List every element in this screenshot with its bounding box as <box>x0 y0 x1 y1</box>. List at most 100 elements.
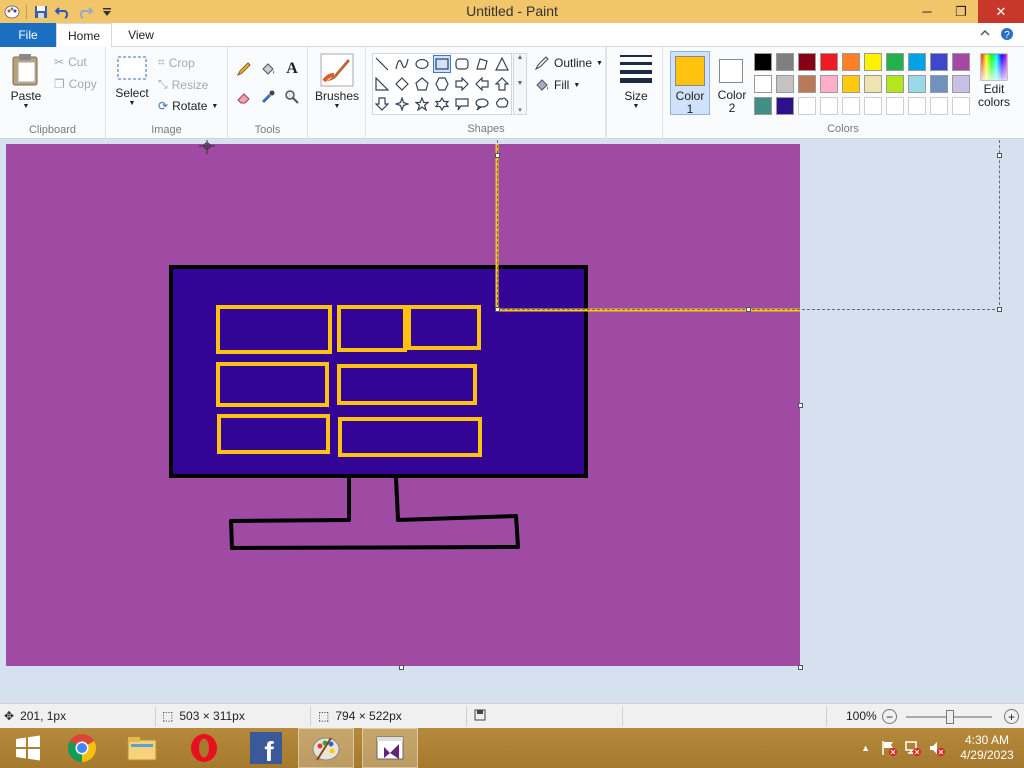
shape-triangle-icon[interactable] <box>493 55 511 73</box>
tab-home[interactable]: Home <box>56 23 112 48</box>
zoom-slider-thumb[interactable] <box>946 710 954 724</box>
redo-icon[interactable] <box>77 4 93 20</box>
customize-qat-icon[interactable] <box>99 4 115 20</box>
scroll-down-icon[interactable]: ▼ <box>517 80 524 87</box>
palette-color-swatch[interactable] <box>908 53 926 71</box>
shapes-scrollbar[interactable]: ▲ ▼ ▾ <box>513 53 527 115</box>
taskbar-visual-studio[interactable] <box>362 728 418 768</box>
volume-muted-icon[interactable] <box>928 739 946 757</box>
text-tool[interactable]: A <box>282 59 302 79</box>
rotate-button[interactable]: ⟳ Rotate ▼ <box>158 99 218 113</box>
shape-polygon-icon[interactable] <box>473 55 491 73</box>
cut-button[interactable]: ✂ Cut <box>54 55 87 69</box>
palette-color-swatch[interactable] <box>886 97 904 115</box>
size-button[interactable]: Size ▼ <box>616 53 656 110</box>
palette-color-swatch[interactable] <box>864 75 882 93</box>
zoom-in-icon[interactable]: + <box>1004 709 1019 724</box>
shape-line-icon[interactable] <box>373 55 391 73</box>
color1-button[interactable]: Color 1 <box>670 51 710 116</box>
copy-button[interactable]: ❐ Copy <box>54 77 97 91</box>
palette-color-swatch[interactable] <box>842 75 860 93</box>
shape-pentagon-icon[interactable] <box>413 75 431 93</box>
tab-file[interactable]: File <box>0 23 56 47</box>
palette-color-swatch[interactable] <box>776 97 794 115</box>
brushes-button[interactable]: Brushes ▼ <box>315 53 359 110</box>
resize-button[interactable]: ⤡ Resize <box>158 77 208 92</box>
action-center-flag-icon[interactable] <box>880 739 898 757</box>
tab-view[interactable]: View <box>118 23 164 47</box>
palette-color-swatch[interactable] <box>754 53 772 71</box>
shape-left-arrow-icon[interactable] <box>473 75 491 93</box>
close-button[interactable]: ✕ <box>978 0 1024 23</box>
palette-color-swatch[interactable] <box>842 53 860 71</box>
shape-four-point-star-icon[interactable] <box>393 95 411 113</box>
taskbar-opera[interactable] <box>176 728 232 768</box>
palette-color-swatch[interactable] <box>886 75 904 93</box>
fill-button[interactable]: Fill ▼ <box>534 77 580 93</box>
shape-down-arrow-icon[interactable] <box>373 95 391 113</box>
shape-cloud-callout-icon[interactable] <box>493 95 511 113</box>
shape-oval-icon[interactable] <box>413 55 431 73</box>
palette-color-swatch[interactable] <box>864 53 882 71</box>
palette-color-swatch[interactable] <box>820 53 838 71</box>
shape-diamond-icon[interactable] <box>393 75 411 93</box>
shape-up-arrow-icon[interactable] <box>493 75 511 93</box>
shape-rect-callout-icon[interactable] <box>453 95 471 113</box>
shape-rounded-rectangle-icon[interactable] <box>453 55 471 73</box>
selection-handle[interactable] <box>495 153 500 158</box>
minimize-ribbon-icon[interactable] <box>980 27 990 44</box>
selection-handle[interactable] <box>746 307 751 312</box>
palette-color-swatch[interactable] <box>952 97 970 115</box>
fill-tool[interactable] <box>258 59 278 79</box>
palette-color-swatch[interactable] <box>930 53 948 71</box>
taskbar-clock[interactable]: 4:30 AM 4/29/2023 <box>950 733 1024 763</box>
palette-color-swatch[interactable] <box>886 53 904 71</box>
palette-color-swatch[interactable] <box>908 97 926 115</box>
paste-button[interactable]: Paste ▼ <box>8 53 44 110</box>
palette-color-swatch[interactable] <box>930 97 948 115</box>
pencil-tool[interactable] <box>234 59 254 79</box>
scroll-up-icon[interactable]: ▲ <box>517 54 524 61</box>
palette-color-swatch[interactable] <box>820 97 838 115</box>
save-icon[interactable] <box>33 4 49 20</box>
palette-color-swatch[interactable] <box>798 97 816 115</box>
shape-oval-callout-icon[interactable] <box>473 95 491 113</box>
network-icon[interactable] <box>904 739 922 757</box>
color2-button[interactable]: Color 2 <box>712 51 752 115</box>
palette-color-swatch[interactable] <box>798 53 816 71</box>
crop-button[interactable]: ⌗ Crop <box>158 55 195 70</box>
canvas-resize-handle[interactable] <box>798 665 803 670</box>
shape-hexagon-icon[interactable] <box>433 75 451 93</box>
maximize-button[interactable]: ❐ <box>944 0 978 23</box>
zoom-out-icon[interactable]: − <box>882 709 897 724</box>
magnifier-tool[interactable] <box>282 87 302 107</box>
shape-right-arrow-icon[interactable] <box>453 75 471 93</box>
expand-gallery-icon[interactable]: ▾ <box>518 106 522 114</box>
shape-curve-icon[interactable] <box>393 55 411 73</box>
outline-button[interactable]: Outline ▼ <box>534 55 603 71</box>
palette-color-swatch[interactable] <box>864 97 882 115</box>
selection-handle[interactable] <box>997 153 1002 158</box>
palette-color-swatch[interactable] <box>820 75 838 93</box>
shape-rectangle-icon[interactable] <box>433 55 451 73</box>
selection-handle[interactable] <box>997 307 1002 312</box>
palette-color-swatch[interactable] <box>908 75 926 93</box>
undo-icon[interactable] <box>55 4 71 20</box>
taskbar-chrome[interactable] <box>54 728 110 768</box>
shape-six-point-star-icon[interactable] <box>433 95 451 113</box>
shape-right-triangle-icon[interactable] <box>373 75 391 93</box>
eraser-tool[interactable] <box>234 87 254 107</box>
palette-color-swatch[interactable] <box>952 53 970 71</box>
show-hidden-icons-icon[interactable]: ▲ <box>861 743 870 753</box>
palette-color-swatch[interactable] <box>952 75 970 93</box>
canvas-resize-handle[interactable] <box>399 665 404 670</box>
palette-color-swatch[interactable] <box>776 75 794 93</box>
palette-color-swatch[interactable] <box>930 75 948 93</box>
selection-marquee[interactable] <box>497 140 1000 310</box>
start-button[interactable] <box>0 728 56 768</box>
taskbar-facebook[interactable]: f <box>238 728 294 768</box>
help-icon[interactable]: ? <box>1000 27 1014 44</box>
palette-color-swatch[interactable] <box>754 75 772 93</box>
edit-colors-button[interactable]: Edit colors <box>976 53 1012 109</box>
taskbar-file-explorer[interactable] <box>114 728 170 768</box>
